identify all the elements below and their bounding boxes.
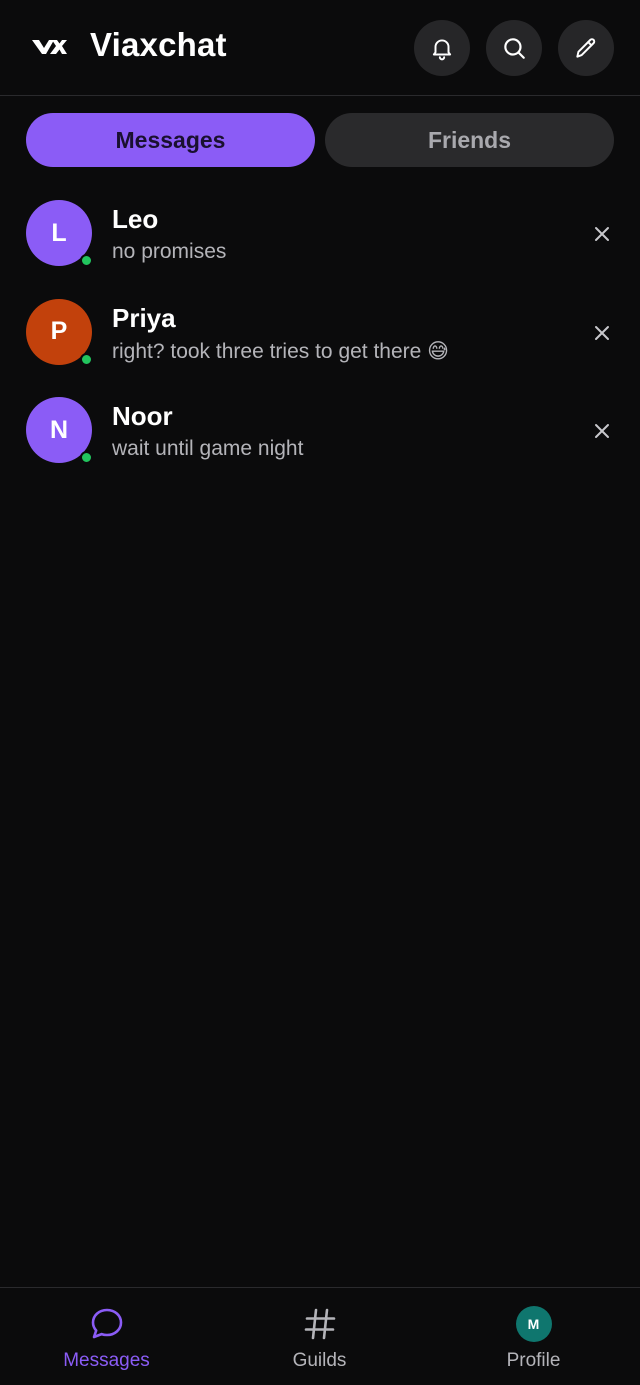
nav-messages[interactable]: Messages	[0, 1288, 213, 1385]
conversation-preview: no promises	[112, 240, 227, 263]
pencil-icon	[576, 38, 596, 58]
profile-avatar: M	[515, 1306, 552, 1342]
viaxchat-logo-icon	[32, 40, 67, 54]
nav-label: Profile	[506, 1350, 561, 1371]
bell-icon	[432, 39, 452, 61]
compose-button[interactable]	[558, 20, 614, 76]
nav-guilds[interactable]: Guilds	[213, 1288, 426, 1385]
tab-friends[interactable]: Friends	[325, 113, 614, 167]
online-status-dot	[80, 451, 93, 464]
notifications-button[interactable]	[414, 20, 470, 76]
online-status-dot	[80, 254, 93, 267]
tab-bar: Messages Friends	[26, 113, 614, 167]
close-icon	[595, 325, 609, 340]
conversation-name: Noor	[112, 401, 173, 431]
search-icon	[504, 38, 525, 59]
conversation-preview: right? took three tries to get there 😅	[112, 339, 450, 363]
chat-bubble-icon	[89, 1306, 125, 1342]
close-conversation-button[interactable]	[588, 417, 616, 445]
online-status-dot	[80, 352, 93, 366]
close-conversation-button[interactable]	[588, 319, 616, 347]
conversation-item-priya[interactable]: P Priya right? took three tries to get t…	[0, 289, 640, 388]
top-bar: Viaxchat	[0, 0, 640, 96]
conversation-item-leo[interactable]: L Leo no promises	[0, 190, 640, 289]
tab-messages[interactable]: Messages	[26, 113, 315, 167]
nav-profile[interactable]: M Profile	[427, 1288, 640, 1385]
conversation-name: Leo	[112, 204, 159, 234]
close-icon	[595, 227, 609, 241]
close-icon	[595, 424, 609, 438]
conversation-list: L Leo no promises P Priya right? took th…	[0, 190, 640, 486]
close-conversation-button[interactable]	[588, 220, 616, 248]
search-button[interactable]	[486, 20, 542, 76]
nav-label: Guilds	[292, 1350, 347, 1371]
conversation-name: Priya	[112, 302, 176, 333]
profile-avatar-slot: M	[515, 1306, 552, 1342]
bottom-navigation: Messages Guilds M Profile	[0, 1287, 640, 1385]
nav-label: Messages	[63, 1350, 150, 1371]
conversation-item-noor[interactable]: N Noor wait until game night	[0, 387, 640, 486]
app-title: Viaxchat	[90, 26, 227, 63]
conversation-preview: wait until game night	[112, 437, 304, 460]
hash-icon	[302, 1306, 338, 1342]
app-root: Viaxchat Messages Friends L Leo no promi…	[0, 0, 640, 1385]
